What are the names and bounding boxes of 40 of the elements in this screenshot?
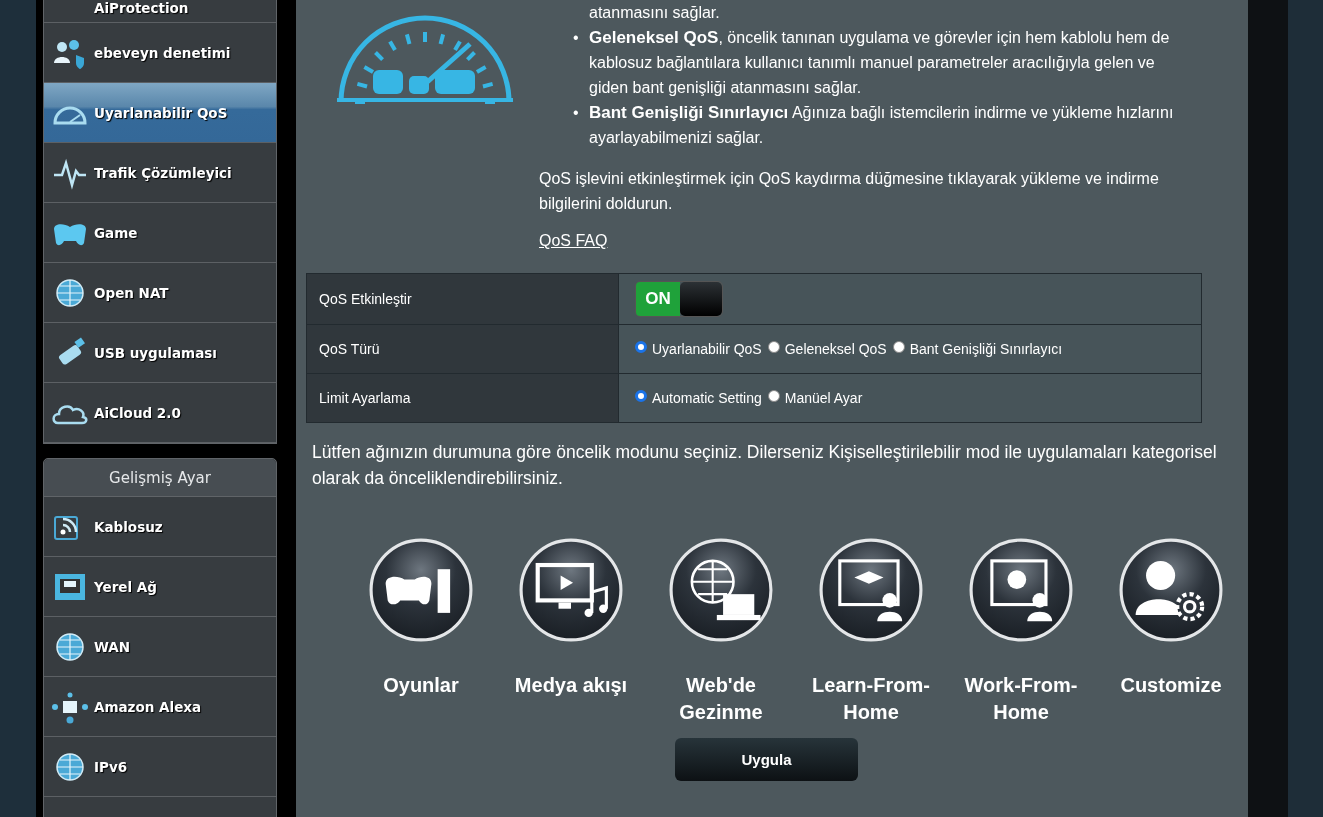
sidebar-item[interactable]: Kablosuz — [44, 497, 276, 557]
section-header: Gelişmiş Ayar — [44, 459, 276, 497]
user-gear-icon[interactable] — [1119, 538, 1223, 642]
video-call-icon[interactable] — [969, 538, 1073, 642]
apply-button[interactable]: Uygula — [675, 738, 858, 781]
setting-label: QoS Etkinleştir — [307, 274, 619, 324]
radio-option[interactable]: Manüel Ayar — [767, 390, 863, 406]
setting-label: Limit Ayarlama — [307, 374, 619, 422]
radio-option[interactable]: Uyarlanabilir QoS — [635, 341, 762, 357]
mode-label: Oyunlar — [382, 673, 460, 698]
sidebar-item[interactable]: Amazon Alexa — [44, 677, 276, 737]
sidebar-item[interactable]: Open NAT — [44, 263, 276, 323]
radio-option[interactable]: Automatic Setting — [635, 390, 762, 406]
instruction-text: QoS işlevini etkinleştirmek için QoS kaydırma düğmesine tıklayarak yükleme ve indirme bilgilerini doldurun. — [539, 169, 1160, 214]
bullet-marker: • — [573, 103, 580, 123]
description-text: atanmasını sağlar. — [589, 3, 721, 23]
sidebar-item[interactable]: Trafik Çözümleyici — [44, 143, 276, 203]
sidebar-item[interactable]: WAN — [44, 617, 276, 677]
mode-label: Customize — [1119, 673, 1223, 698]
sidebar-item[interactable]: AiProtection — [44, 0, 276, 23]
sidebar-item[interactable]: USB uygulaması — [44, 323, 276, 383]
monitor-music-icon[interactable] — [519, 538, 623, 642]
sidebar-item[interactable]: Uyarlanabilir QoS — [44, 83, 276, 143]
bullet-marker: • — [573, 28, 580, 48]
mode-label: Learn-From-Home — [811, 673, 931, 725]
feature-description: Geleneksel QoS, öncelik tanınan uygulama ve görevler için hem kablolu hem de kablosuz bağlantılara kullanıcı tanımlı manuel parametreler aracılığıyla gelen ve giden bant genişliği atanmasını sağlar. — [589, 27, 1171, 98]
globe-laptop-icon[interactable] — [669, 538, 773, 642]
radio-option[interactable]: Bant Genişliği Sınırlayıcı — [892, 341, 1063, 357]
mode-label: Medya akışı — [513, 673, 629, 698]
sidebar-item[interactable]: IPv6 — [44, 737, 276, 797]
radio-option[interactable]: Geleneksel QoS — [767, 341, 887, 357]
instruction-text: Lütfen ağınızın durumuna göre öncelik modunu seçiniz. Dilerseniz Kişiselleştirilebilir mod ile uygulamaları kategorisel olarak da önceliklendirebilirsiniz. — [312, 441, 1218, 490]
setting-label: QoS Türü — [307, 325, 619, 373]
mode-label: Work-From-Home — [963, 673, 1079, 725]
faq-link[interactable]: QoS FAQ — [539, 232, 608, 249]
sidebar-item[interactable]: Game — [44, 203, 276, 263]
sidebar-item[interactable]: Yerel Ağ — [44, 557, 276, 617]
mode-label: Web'de Gezinme — [678, 673, 764, 725]
sidebar-item[interactable]: AiCloud 2.0 — [44, 383, 276, 443]
feature-description: Bant Genişliği Sınırlayıcı Ağınıza bağlı istemcilerin indirme ve yükleme hızlarını ayarlayabilmenizi sağlar. — [589, 102, 1175, 148]
